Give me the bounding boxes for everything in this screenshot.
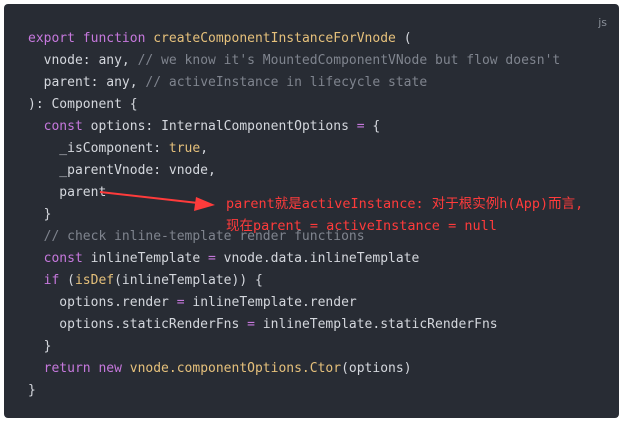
annotation-line-2: 现在parent = activeInstance = null — [226, 218, 497, 234]
arrow-head-icon — [194, 197, 215, 211]
annotation-note: parent就是activeInstance: 对于根实例h(App)而言, 现… — [226, 193, 583, 237]
annotation-line-1: parent就是activeInstance: 对于根实例h(App)而言, — [226, 196, 584, 212]
arrow-line — [99, 191, 199, 204]
